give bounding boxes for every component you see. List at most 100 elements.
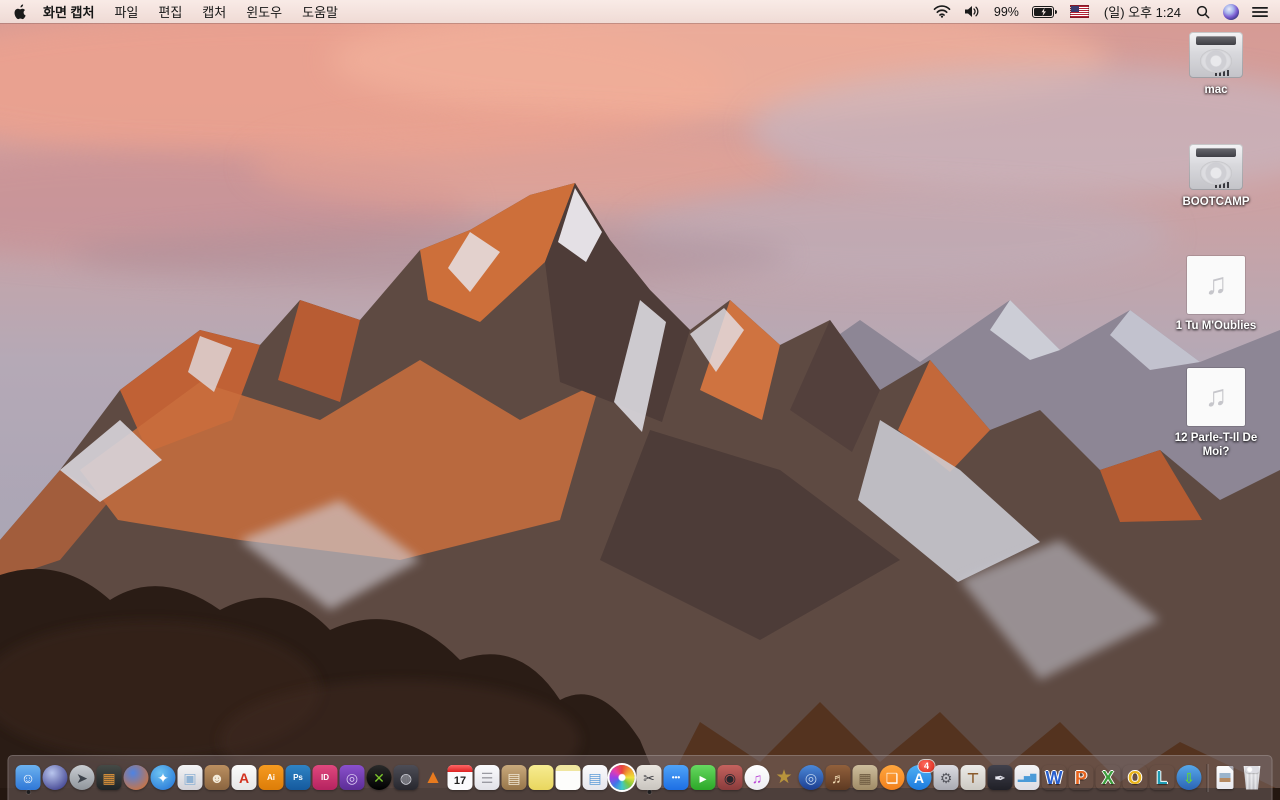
menu-item-3[interactable]: 윈도우 — [246, 5, 282, 20]
menu-item-0[interactable]: 파일 — [114, 5, 138, 20]
dock-item-system-preferences[interactable]: ⚙ — [933, 763, 959, 792]
dock-item-app-store[interactable]: A4 — [906, 760, 935, 792]
desktop-icon-column: mac BOOTCAMP ♫ 1 Tu M'Oublies ♫ 12 Parle-T-Il… — [1160, 32, 1272, 480]
photos-icon — [609, 765, 635, 790]
desktop-icon-bootcamp[interactable]: BOOTCAMP — [1160, 144, 1272, 256]
dock-item-firefox[interactable] — [123, 763, 149, 792]
dock-item-green-x-app[interactable]: ✕ — [366, 763, 392, 792]
dock-item-ms-lync[interactable]: L — [1150, 763, 1175, 792]
dock-item-launchpad[interactable]: ➤ — [69, 763, 95, 792]
dock-item-safari[interactable]: ✦ — [150, 763, 176, 792]
dock-item-document-app[interactable]: ▤ — [582, 763, 608, 792]
dock-item-garageband[interactable]: ♬ — [825, 763, 851, 792]
microsoft-update-icon: ⇩ — [1176, 765, 1202, 790]
dock-item-contacts[interactable]: ☻ — [204, 763, 230, 792]
dark-disc-app-icon: ◍ — [393, 765, 419, 790]
dock-item-ms-word[interactable]: W — [1042, 763, 1067, 792]
battery-charging-icon[interactable] — [1031, 5, 1057, 18]
dock-item-reminders[interactable]: ☰ — [474, 763, 500, 792]
dock-item-trash[interactable] — [1240, 763, 1265, 792]
volume-icon[interactable] — [964, 5, 981, 18]
messages-icon: ••• — [663, 765, 689, 790]
garageband-icon: ♬ — [825, 765, 851, 790]
siri-icon — [42, 765, 68, 790]
photo-booth-icon: ◉ — [717, 765, 743, 790]
dock-item-facetime[interactable]: ▸ — [690, 763, 716, 792]
ms-powerpoint-icon: P — [1069, 765, 1094, 790]
dock-item-photo-booth[interactable]: ◉ — [717, 763, 743, 792]
notes-icon — [555, 765, 581, 790]
desktop-icon-12-parle-t-il-de-moi-[interactable]: ♫ 12 Parle-T-Il De Moi? — [1160, 368, 1272, 480]
dock-item-screenshot-image-file[interactable] — [1213, 763, 1238, 792]
adobe-indesign-icon: ID — [312, 765, 338, 790]
dock-item-preview[interactable]: ▣ — [177, 763, 203, 792]
grab-screen-capture-icon: ✂ — [636, 765, 662, 790]
dock-item-ms-powerpoint[interactable]: P — [1069, 763, 1094, 792]
desktop-icon-mac[interactable]: mac — [1160, 32, 1272, 144]
wifi-icon[interactable] — [933, 5, 951, 18]
dock-item-ms-excel[interactable]: X — [1096, 763, 1121, 792]
itunes-icon: ♫ — [744, 765, 770, 790]
dock-item-adobe-photoshop[interactable]: Ps — [285, 763, 311, 792]
menu-item-1[interactable]: 편집 — [158, 5, 182, 20]
dock-item-messages[interactable]: ••• — [663, 763, 689, 792]
dock-item-imovie[interactable]: ★ — [772, 763, 797, 792]
dock-item-siri[interactable] — [42, 763, 68, 792]
desktop-icon-label: 12 Parle-T-Il De Moi? — [1174, 432, 1258, 459]
dock-item-calendar[interactable]: 17 — [447, 763, 473, 792]
adobe-illustrator-icon: Ai — [258, 765, 284, 790]
adobe-photoshop-icon: Ps — [285, 765, 311, 790]
stickies-icon — [528, 765, 554, 790]
dock-item-photos[interactable] — [609, 763, 635, 792]
menu-item-4[interactable]: 도움말 — [302, 5, 338, 20]
dock-item-ms-outlook[interactable]: O — [1123, 763, 1148, 792]
apple-menu-icon[interactable] — [12, 3, 27, 20]
input-source-us-flag-icon[interactable] — [1069, 5, 1089, 18]
dock-item-stickies[interactable] — [528, 763, 554, 792]
dock-item-itunes[interactable]: ♫ — [744, 763, 770, 792]
active-app-menu[interactable]: 화면 캡처 — [43, 2, 94, 21]
desktop-wallpaper — [0, 0, 1280, 800]
desktop-icon-label: BOOTCAMP — [1182, 196, 1250, 208]
dock-item-ibooks[interactable]: ❏ — [879, 763, 905, 792]
green-x-app-icon: ✕ — [366, 765, 392, 790]
ms-outlook-icon: O — [1123, 765, 1148, 790]
imovie-icon: ★ — [775, 767, 793, 788]
dock-item-mission-control[interactable]: ▦ — [96, 763, 122, 792]
dock-item-microsoft-update[interactable]: ⇩ — [1176, 763, 1202, 792]
screenshot-image-file-icon — [1216, 766, 1234, 789]
menu-bar-clock[interactable]: (일) 오후 1:24 — [1104, 2, 1181, 21]
system-preferences-icon: ⚙ — [933, 765, 959, 790]
app-menus: 파일 편집 캡처 윈도우 도움말 — [114, 2, 358, 21]
dock-item-finder[interactable]: ☺ — [15, 763, 41, 794]
dock-item-numbers[interactable]: ▂▅▇ — [1014, 763, 1040, 792]
toast-titanium-icon: ◎ — [339, 765, 365, 790]
notification-center-icon[interactable] — [1252, 6, 1268, 18]
dock-item-adobe-illustrator[interactable]: Ai — [258, 763, 284, 792]
keynote-icon: ⊤ — [960, 765, 986, 790]
dock-item-vlc[interactable]: ▲ — [421, 763, 446, 792]
dock-item-stuffit-expander[interactable]: ▤ — [501, 763, 527, 792]
battery-percentage: 99% — [993, 4, 1019, 19]
ibooks-icon: ❏ — [879, 765, 905, 790]
audio-file-icon: ♫ — [1187, 256, 1245, 314]
dock-item-notes[interactable] — [555, 763, 581, 792]
dock-item-pages[interactable]: ✒ — [987, 763, 1013, 792]
dock-item-adobe-acrobat[interactable]: A — [231, 763, 257, 792]
launchpad-icon: ➤ — [69, 765, 95, 790]
adobe-acrobat-icon: A — [231, 765, 257, 790]
scrapbook-app-icon: ▦ — [852, 765, 878, 790]
dock-item-toast-titanium[interactable]: ◎ — [339, 763, 365, 792]
dock-item-scrapbook-app[interactable]: ▦ — [852, 763, 878, 792]
dock-item-adobe-indesign[interactable]: ID — [312, 763, 338, 792]
dock-item-idvd[interactable]: ◎ — [798, 763, 824, 792]
dock-item-keynote[interactable]: ⊤ — [960, 763, 986, 792]
siri-menu-icon[interactable] — [1223, 3, 1239, 20]
menu-item-2[interactable]: 캡처 — [202, 5, 226, 20]
spotlight-search-icon[interactable] — [1196, 5, 1210, 19]
dock-item-dark-disc-app[interactable]: ◍ — [393, 763, 419, 792]
desktop-icon-1-tu-m-oublies[interactable]: ♫ 1 Tu M'Oublies — [1160, 256, 1272, 368]
dock-item-grab-screen-capture[interactable]: ✂ — [636, 763, 662, 794]
pages-icon: ✒ — [987, 765, 1013, 790]
firefox-icon — [123, 765, 149, 790]
